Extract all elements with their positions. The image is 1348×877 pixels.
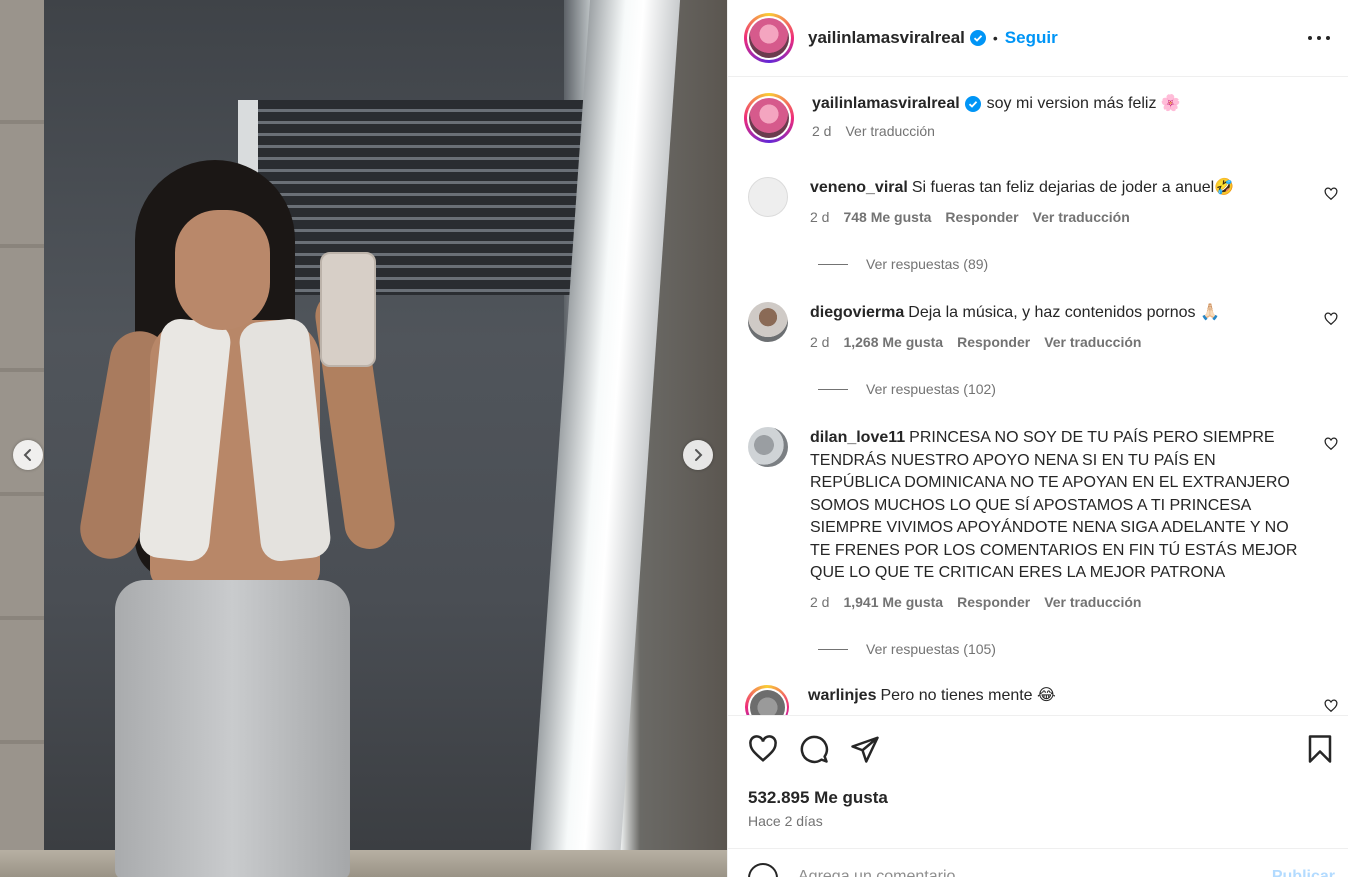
comment-avatar[interactable] [745,685,789,715]
view-replies-label[interactable]: Ver respuestas (89) [866,256,988,272]
media-wall [0,0,44,877]
chevron-left-icon [23,449,31,461]
comment-text: Si fueras tan feliz dejarias de joder a … [911,179,1235,196]
comment-username[interactable]: veneno_viral [810,179,908,196]
comment-text: Pero no tienes mente 😂 [880,687,1056,704]
comment-like-heart-icon[interactable] [1324,187,1338,201]
reply-button[interactable]: Responder [957,594,1030,610]
author-username[interactable]: yailinlamasviralreal [808,28,965,48]
caption-translate[interactable]: Ver traducción [845,123,935,139]
translate-button[interactable]: Ver traducción [1044,334,1141,350]
header-separator: • [992,30,998,46]
caption-text: soy mi version más feliz 🌸 [986,95,1181,112]
comment-username[interactable]: dilan_love11 [810,429,905,446]
view-replies[interactable]: Ver respuestas (102) [818,381,996,397]
heart-icon[interactable] [748,734,778,764]
post-caption: yailinlamasviralreal soy mi version más … [744,93,1181,143]
author-avatar[interactable] [744,13,794,63]
comment-item: dilan_love11 PRINCESA NO SOY DE TU PAÍS P… [748,427,1338,610]
comment-like-heart-icon[interactable] [1324,312,1338,326]
comment-text: Deja la música, y haz contenidos pornos … [908,304,1220,321]
caption-username[interactable]: yailinlamasviralreal [812,93,960,115]
comment-input[interactable]: Agrega un comentario... [798,868,969,877]
chevron-right-icon [695,449,703,461]
bookmark-icon [1308,735,1332,763]
comment-username[interactable]: warlinjes [808,687,876,704]
comment-item: veneno_viral Si fueras tan feliz dejarias… [748,177,1338,225]
comment-username[interactable]: diegovierma [810,304,904,321]
reply-button[interactable]: Responder [957,334,1030,350]
comment-likes[interactable]: 748 Me gusta [843,209,931,225]
verified-badge-icon [964,96,981,112]
post-panel: yailinlamasviralreal • Seguir yailinlama… [727,0,1348,877]
more-options-icon[interactable] [1308,28,1330,48]
comments-list[interactable]: yailinlamasviralreal soy mi version más … [728,77,1348,715]
comment-like-heart-icon[interactable] [1324,699,1338,713]
emoji-icon[interactable] [748,863,778,877]
translate-button[interactable]: Ver traducción [1033,209,1130,225]
comment-avatar[interactable] [748,302,788,342]
comment-time: 2 d [810,208,830,225]
translate-button[interactable]: Ver traducción [1044,594,1141,610]
next-image-button[interactable] [683,440,713,470]
comment-time: 2 d [810,333,830,350]
post-likes[interactable]: 532.895 Me gusta [748,788,888,808]
comment-text: PRINCESA NO SOY DE TU PAÍS PERO SIEMPRE … [810,429,1298,581]
post-actions: 532.895 Me gusta Hace 2 días Agrega un c… [728,715,1348,877]
caption-time: 2 d [812,123,832,139]
comment-avatar[interactable] [748,427,788,467]
verified-badge-icon [969,30,986,46]
view-replies[interactable]: Ver respuestas (105) [818,641,996,657]
view-replies-label[interactable]: Ver respuestas (105) [866,641,996,657]
comment-item: warlinjes Pero no tienes mente 😂 [745,685,1338,715]
save-button[interactable] [1305,734,1335,769]
comment-item: diegovierma Deja la música, y haz conteni… [748,302,1338,350]
reply-button[interactable]: Responder [945,209,1018,225]
view-replies[interactable]: Ver respuestas (89) [818,256,988,272]
comment-time: 2 d [810,593,830,610]
comment-avatar[interactable] [748,177,788,217]
comment-likes[interactable]: 1,941 Me gusta [843,594,943,610]
comment-likes[interactable]: 1,268 Me gusta [843,334,943,350]
comment-icon[interactable] [799,734,829,764]
post-comment-button[interactable]: Publicar [1272,868,1335,877]
post-header: yailinlamasviralreal • Seguir [728,0,1348,77]
media-person [75,160,398,877]
post-media[interactable] [0,0,727,877]
comment-like-heart-icon[interactable] [1324,437,1338,451]
prev-image-button[interactable] [13,440,43,470]
share-icon[interactable] [850,734,880,764]
follow-button[interactable]: Seguir [1005,28,1058,48]
post-time: Hace 2 días [748,813,823,829]
caption-avatar[interactable] [744,93,794,143]
add-comment-bar: Agrega un comentario... Publicar [728,848,1348,877]
view-replies-label[interactable]: Ver respuestas (102) [866,381,996,397]
